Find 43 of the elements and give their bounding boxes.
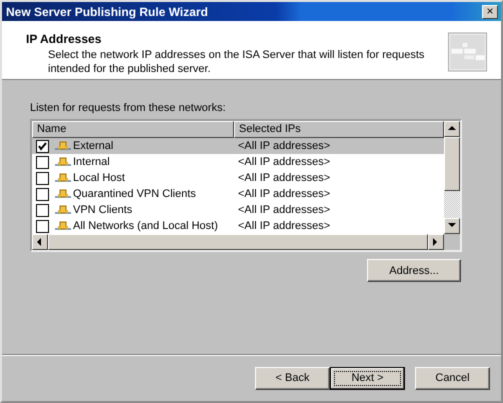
list-label: Listen for requests from these networks: bbox=[30, 102, 227, 114]
network-icon bbox=[55, 189, 71, 199]
checkbox[interactable] bbox=[36, 204, 49, 216]
network-icon bbox=[55, 221, 71, 231]
network-icon bbox=[55, 141, 71, 151]
network-icon bbox=[55, 205, 71, 215]
close-button[interactable]: × bbox=[482, 4, 498, 18]
network-name: External bbox=[73, 140, 114, 152]
scroll-thumb[interactable] bbox=[444, 137, 460, 191]
network-icon bbox=[55, 173, 71, 183]
network-icon bbox=[55, 157, 71, 167]
scroll-up-button[interactable] bbox=[444, 121, 460, 137]
scroll-left-button[interactable] bbox=[32, 234, 48, 250]
network-name: Local Host bbox=[73, 172, 125, 184]
wizard-button[interactable]: Next > bbox=[330, 366, 405, 390]
selected-ips: <All IP addresses> bbox=[237, 204, 330, 216]
selected-ips: <All IP addresses> bbox=[237, 188, 330, 200]
checkbox[interactable] bbox=[36, 188, 49, 200]
selected-ips: <All IP addresses> bbox=[237, 172, 330, 184]
page-title: IP Addresses bbox=[26, 32, 102, 46]
network-name: VPN Clients bbox=[73, 204, 132, 216]
checkbox[interactable] bbox=[36, 172, 49, 184]
checkbox[interactable] bbox=[36, 220, 49, 232]
network-name: All Networks (and Local Host) bbox=[73, 220, 218, 232]
selected-ips: <All IP addresses> bbox=[237, 220, 330, 232]
checkbox[interactable] bbox=[36, 156, 49, 168]
column-header[interactable]: Selected IPs bbox=[234, 121, 444, 138]
network-name: Internal bbox=[73, 156, 110, 168]
network-list[interactable] bbox=[30, 119, 462, 252]
network-name: Quarantined VPN Clients bbox=[73, 188, 196, 200]
scroll-right-button[interactable] bbox=[428, 234, 444, 250]
page-description: Select the network IP addresses on the ISA Server that will listen for requests intended for the published server. bbox=[48, 48, 426, 76]
scroll-thumb[interactable] bbox=[48, 234, 428, 250]
wizard-button[interactable]: < Back bbox=[255, 366, 330, 390]
wizard-button[interactable]: Cancel bbox=[415, 366, 490, 390]
address-button[interactable]: Address... bbox=[367, 259, 461, 282]
scrollbar-corner bbox=[444, 234, 460, 250]
column-header[interactable]: Name bbox=[32, 121, 234, 138]
selected-ips: <All IP addresses> bbox=[237, 156, 330, 168]
selected-ips: <All IP addresses> bbox=[237, 140, 330, 152]
window-title: New Server Publishing Rule Wizard bbox=[6, 4, 208, 18]
checkbox[interactable] bbox=[36, 140, 49, 152]
scroll-down-button[interactable] bbox=[444, 218, 460, 234]
